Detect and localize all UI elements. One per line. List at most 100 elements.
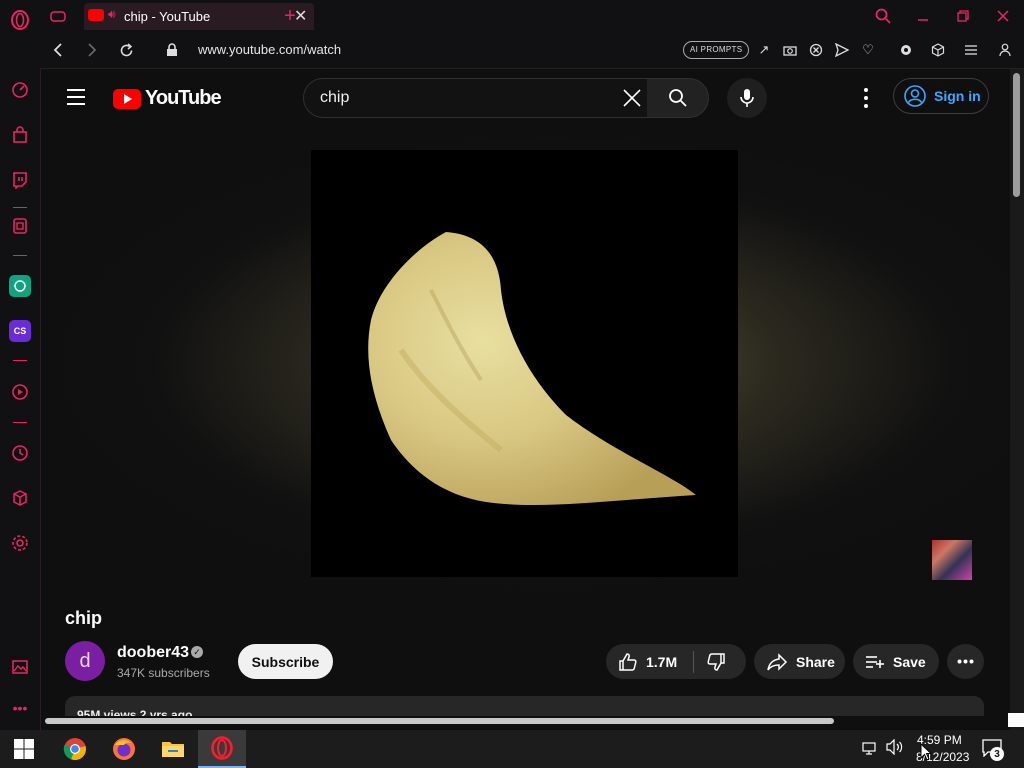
potato-chip-image — [368, 232, 696, 505]
share-label: Share — [796, 653, 835, 670]
video-title: chip — [65, 608, 103, 628]
sidebar-divider — [13, 422, 27, 423]
search-icon — [668, 89, 687, 107]
youtube-logo[interactable]: YouTube — [113, 87, 222, 110]
clear-search-icon[interactable] — [622, 88, 642, 114]
like-count[interactable]: 1.7M — [646, 654, 677, 670]
horizontal-scrollbar[interactable] — [41, 716, 1010, 726]
network-icon[interactable] — [862, 740, 880, 761]
settings-gear-icon[interactable] — [9, 532, 31, 554]
opera-taskbar-icon[interactable] — [198, 730, 246, 768]
add-playlist-icon — [866, 655, 884, 668]
close-window-icon[interactable] — [993, 6, 1013, 26]
share-button[interactable]: Share — [754, 644, 845, 679]
description-box[interactable]: 95M views 2 yrs ago — [65, 696, 984, 716]
easy-setup-icon[interactable] — [962, 41, 980, 59]
opera-sidebar: CS ••• — [0, 0, 41, 730]
address-bar: www.youtube.com/watch AI PROMPTS ↗ ♡ — [40, 32, 1024, 69]
sidebar-divider — [13, 207, 27, 208]
sidebar-divider — [13, 255, 27, 256]
chatgpt-icon[interactable] — [9, 275, 31, 297]
snapshot-camera-icon[interactable] — [781, 41, 799, 59]
heart-icon[interactable]: ♡ — [859, 41, 877, 59]
volume-icon[interactable] — [886, 738, 904, 760]
horizontal-scroll-thumb[interactable] — [45, 718, 834, 724]
notification-center-icon[interactable]: 3 — [982, 739, 1004, 761]
verified-check-icon: ✓ — [191, 646, 203, 658]
scroll-corner — [1008, 713, 1024, 727]
like-dislike-group: 1.7M — [606, 644, 746, 679]
twitch-icon[interactable] — [9, 169, 31, 191]
notification-count: 3 — [990, 747, 1004, 761]
sign-in-button[interactable]: Sign in — [893, 78, 989, 114]
search-button[interactable] — [647, 78, 709, 118]
video-frame[interactable] — [311, 150, 738, 577]
subscriber-count: 347K subscribers — [117, 666, 210, 680]
channel-avatar[interactable]: d — [65, 641, 105, 681]
search-tabs-icon[interactable] — [873, 6, 893, 26]
youtube-wordmark: YouTube — [145, 87, 222, 109]
reload-icon[interactable] — [116, 40, 136, 60]
search-input[interactable]: chip — [303, 78, 649, 118]
thumbs-up-icon — [619, 653, 637, 671]
search-query-text: chip — [320, 89, 350, 106]
horizontal-dots-icon — [957, 659, 974, 664]
chatsonic-icon[interactable]: CS — [9, 320, 31, 342]
tab-bar: 🔊︎ chip - YouTube ✕ + — [40, 0, 1024, 32]
like-button[interactable] — [618, 652, 638, 675]
url-field[interactable]: www.youtube.com/watch — [198, 42, 341, 57]
ai-prompts-button[interactable]: AI PROMPTS — [683, 41, 750, 59]
extensions-cube-icon[interactable] — [9, 487, 31, 509]
windows-start-icon[interactable] — [0, 730, 48, 768]
share-page-icon[interactable]: ↗ — [755, 41, 773, 59]
thumbs-down-icon — [707, 653, 725, 671]
vertical-scrollbar[interactable] — [1010, 69, 1024, 730]
end-screen-thumbnail[interactable] — [932, 540, 972, 580]
subscribe-button[interactable]: Subscribe — [238, 644, 333, 679]
send-icon[interactable] — [833, 41, 851, 59]
workspaces-icon[interactable] — [48, 6, 68, 26]
speaker-icon[interactable]: 🔊︎ — [108, 7, 116, 22]
hamburger-menu-icon[interactable] — [67, 89, 85, 105]
speed-dial-icon[interactable] — [9, 79, 31, 101]
settings-more-icon[interactable] — [858, 88, 874, 108]
save-button[interactable]: Save — [853, 644, 939, 679]
more-actions-button[interactable] — [947, 644, 984, 679]
extensions-icon[interactable] — [929, 41, 947, 59]
back-icon[interactable] — [48, 40, 68, 60]
dislike-button[interactable] — [706, 652, 726, 675]
gallery-icon[interactable] — [9, 656, 31, 678]
opera-logo-icon[interactable] — [9, 9, 31, 31]
voice-search-button[interactable] — [727, 78, 767, 118]
description-preview: 95M views 2 yrs ago — [77, 708, 193, 716]
sidebar-divider — [13, 360, 27, 361]
sign-in-label: Sign in — [934, 88, 981, 104]
more-dots-icon[interactable]: ••• — [9, 697, 31, 719]
windows-taskbar: 4:59 PM 8/12/2023 3 — [0, 730, 1024, 768]
tab-title: chip - YouTube — [124, 9, 211, 24]
vertical-scroll-thumb[interactable] — [1013, 73, 1020, 197]
share-arrow-icon — [767, 652, 788, 671]
save-label: Save — [893, 653, 926, 670]
file-explorer-icon[interactable] — [149, 730, 197, 768]
ad-block-icon[interactable] — [807, 41, 825, 59]
history-icon[interactable] — [9, 442, 31, 464]
account-icon — [904, 85, 926, 107]
player-icon[interactable] — [9, 215, 31, 237]
youtube-header: YouTube chip Sign in — [41, 69, 1011, 127]
vpn-icon[interactable] — [897, 41, 915, 59]
video-popout-icon[interactable] — [9, 381, 31, 403]
channel-name[interactable]: doober43 — [117, 644, 189, 662]
new-tab-icon[interactable]: + — [280, 5, 300, 27]
minimize-icon[interactable] — [913, 6, 933, 26]
video-player[interactable] — [41, 128, 1009, 598]
restore-icon[interactable] — [953, 6, 973, 26]
profile-icon[interactable] — [996, 41, 1014, 59]
forward-icon[interactable] — [82, 40, 102, 60]
lock-icon[interactable] — [162, 40, 182, 60]
mouse-cursor-icon — [920, 742, 933, 766]
firefox-icon[interactable] — [100, 730, 148, 768]
chrome-icon[interactable] — [51, 730, 99, 768]
shopping-bag-icon[interactable] — [9, 124, 31, 146]
youtube-favicon-icon — [88, 9, 104, 21]
